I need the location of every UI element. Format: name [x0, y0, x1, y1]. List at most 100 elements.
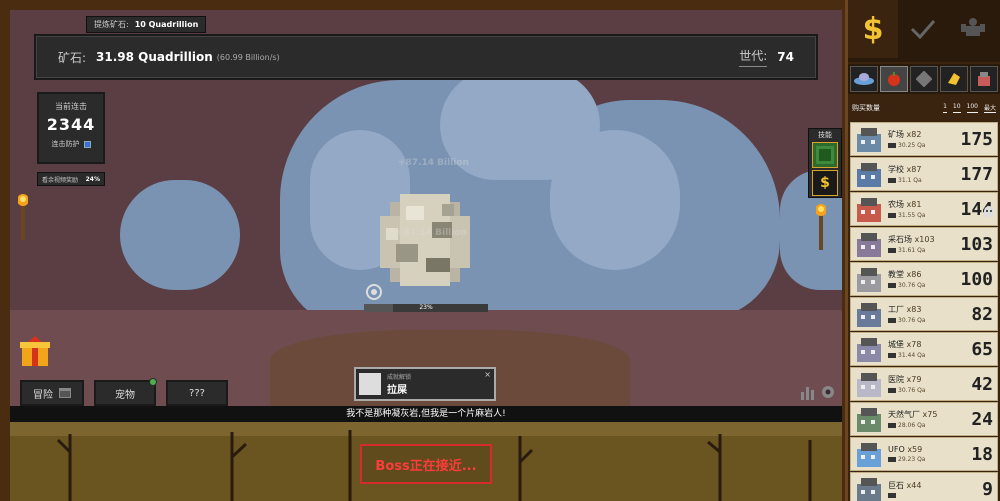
video-bonus[interactable]: 看余视频奖励 24%	[37, 172, 105, 186]
building-icon	[853, 404, 885, 434]
shop-item-name: 天然气厂 x75	[888, 410, 938, 419]
stats-icon[interactable]	[800, 384, 816, 400]
shop-item[interactable]: 医院 x79 30.76 Qa 42	[850, 367, 998, 401]
achievement-popup[interactable]: 成就解锁 拉屎 ×	[354, 367, 496, 401]
shop-item[interactable]: UFO x59 29.23 Qa 18	[850, 437, 998, 471]
shop-item-cost: 30.76 Qa	[888, 282, 960, 289]
muscle-icon	[961, 18, 985, 36]
cart-icon	[888, 318, 896, 323]
tab-adventure[interactable]: 冒险	[20, 380, 84, 406]
gear-icon[interactable]	[820, 384, 836, 400]
shop-item-count: 103	[960, 233, 993, 255]
building-icon	[853, 299, 885, 329]
scene-tools	[800, 384, 836, 400]
building-icon	[853, 369, 885, 399]
shop-item-count: 18	[971, 443, 993, 465]
cart-icon	[888, 213, 896, 218]
shop-item-count: 177	[960, 163, 993, 185]
video-bonus-label: 看余视频奖励	[42, 176, 79, 184]
ghost-icon[interactable]	[983, 206, 995, 218]
shop-item-name: 采石场 x103	[888, 235, 935, 244]
shop-item-count: 100	[960, 268, 993, 290]
combo-panel: 当前连击 2344 连击防护	[37, 92, 105, 164]
shop-item-cost: 28.06 Qa	[888, 422, 971, 429]
buy-option-10[interactable]: 10	[952, 103, 961, 113]
shop-item[interactable]: 天然气厂 x75 28.06 Qa 24	[850, 402, 998, 436]
cart-icon	[888, 423, 896, 428]
shop-item-name: UFO x59	[888, 445, 923, 454]
tab-pets-label: 宠物	[115, 389, 135, 401]
refined-ore-tab: 提炼矿石: 10 Quadrillion	[86, 16, 207, 33]
tab-unknown[interactable]: ???	[166, 380, 228, 406]
category-ufo-icon[interactable]	[850, 66, 878, 92]
video-bonus-value: 24%	[85, 175, 100, 183]
shop-item-name: 工厂 x83	[888, 305, 922, 314]
building-icon	[853, 194, 885, 224]
buy-option-1[interactable]: 1	[943, 103, 947, 113]
building-icon	[853, 439, 885, 469]
boss-area: Boss正在接近...	[10, 422, 842, 501]
ore-rock-icon[interactable]	[376, 192, 476, 290]
shop-item-count: 9	[982, 478, 993, 500]
shop-item[interactable]: 学校 x87 31.1 Qa 177	[850, 157, 998, 191]
skills-panel: 技能 $	[808, 128, 842, 198]
tab-upgrades[interactable]	[898, 0, 948, 58]
shop-item[interactable]: 采石场 x103 31.61 Qa 103	[850, 227, 998, 261]
buy-option-max[interactable]: 最大	[983, 103, 996, 113]
tab-pets[interactable]: 宠物	[94, 378, 157, 406]
category-building-icon[interactable]	[970, 66, 998, 92]
ore-rate: (60.99 Billion/s)	[216, 52, 280, 62]
tab-shop[interactable]: $	[848, 0, 898, 58]
category-apple-icon[interactable]	[880, 66, 908, 92]
building-icon	[853, 334, 885, 364]
shop-item[interactable]: 城堡 x78 31.44 Qa 65	[850, 332, 998, 366]
generation-label: 世代:	[739, 47, 768, 67]
shop-item-name: 农场 x81	[888, 200, 922, 209]
floating-gain-text-2: +87.14 Billion	[396, 228, 467, 238]
category-stone-icon[interactable]	[910, 66, 938, 92]
buy-option-100[interactable]: 100	[966, 103, 978, 113]
shop-item-cost	[888, 493, 982, 498]
shop-item[interactable]: 矿场 x82 30.25 Qa 175	[850, 122, 998, 156]
tab-strength[interactable]	[948, 0, 998, 58]
skill-money-icon[interactable]: $	[812, 170, 838, 196]
refine-value: 10 Quadrillion	[134, 20, 199, 29]
skills-title: 技能	[818, 131, 832, 139]
generation-value: 74	[777, 50, 794, 64]
chest-icon	[59, 388, 71, 398]
notification-dot	[149, 378, 157, 386]
skill-map-icon[interactable]	[812, 142, 838, 168]
auto-aim-icon[interactable]	[366, 284, 382, 300]
quote-bar: 我不是那种凝灰岩,但我是一个片麻岩人!	[10, 406, 842, 422]
gift-icon[interactable]	[20, 336, 50, 368]
achievement-title: 拉屎	[387, 385, 407, 396]
shop-item-list: 矿场 x82 30.25 Qa 175 学校 x87 31.1 Qa 177 农…	[848, 122, 1000, 501]
shop-item-cost: 31.44 Qa	[888, 352, 971, 359]
shop-item-cost: 30.76 Qa	[888, 387, 971, 394]
resource-bar: 矿石: 31.98 Quadrillion (60.99 Billion/s) …	[34, 34, 818, 80]
shop-item-count: 65	[971, 338, 993, 360]
building-icon	[853, 229, 885, 259]
buy-amount-label: 购买数量	[852, 104, 880, 112]
combo-protect-checkbox[interactable]	[83, 140, 91, 148]
shop-item[interactable]: 教堂 x86 30.76 Qa 100	[850, 262, 998, 296]
shop-item[interactable]: 农场 x81 31.55 Qa 144	[850, 192, 998, 226]
building-icon	[853, 124, 885, 154]
combo-protect[interactable]: 连击防护	[39, 139, 103, 149]
cart-icon	[888, 248, 896, 253]
close-icon[interactable]: ×	[484, 370, 491, 379]
floating-gain-text: +87.14 Billion	[398, 158, 469, 168]
refine-label: 提炼矿石:	[94, 20, 129, 29]
torch-left-icon	[18, 194, 28, 240]
category-gold-icon[interactable]	[940, 66, 968, 92]
torch-right-icon	[816, 204, 826, 250]
shop-item[interactable]: 巨石 x44 9	[850, 472, 998, 501]
category-row	[848, 64, 1000, 94]
buy-amount-row: 购买数量 1 10 100 最大	[848, 96, 1000, 120]
cart-icon	[888, 493, 896, 498]
shop-item-count: 42	[971, 373, 993, 395]
combo-count: 2344	[46, 115, 96, 134]
cart-icon	[888, 178, 896, 183]
ore-label: 矿石:	[58, 50, 87, 65]
shop-item[interactable]: 工厂 x83 30.76 Qa 82	[850, 297, 998, 331]
